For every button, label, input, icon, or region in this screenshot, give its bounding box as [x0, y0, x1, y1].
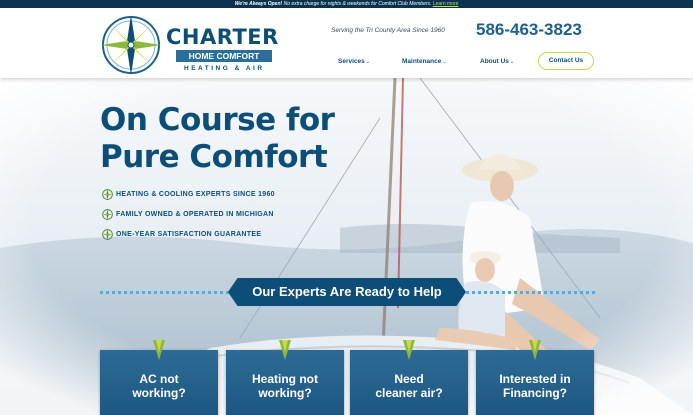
card-label: Interested in Financing? — [499, 372, 571, 400]
site-header: CHARTER HOME COMFORT HEATING & AIR Servi… — [0, 8, 693, 78]
phone-number[interactable]: 586-463-3823 — [476, 20, 582, 40]
nav-item-about[interactable]: About Us⌄ — [480, 55, 514, 69]
feature-list: HEATING & COOLING EXPERTS SINCE 1960 FAM… — [102, 189, 275, 249]
card-ac[interactable]: AC not working? — [100, 340, 218, 415]
card-label: AC not working? — [132, 372, 186, 400]
nav-item-maintenance[interactable]: Maintenance⌄ — [402, 55, 447, 69]
compass-check-icon — [102, 229, 113, 240]
service-area-text: Serving the Tri County Area Since 1960 — [331, 27, 445, 34]
compass-check-icon — [102, 209, 113, 220]
feature-text: HEATING & COOLING EXPERTS SINCE 1960 — [116, 191, 275, 198]
nav-label: Maintenance — [402, 58, 442, 65]
feature-item: HEATING & COOLING EXPERTS SINCE 1960 — [102, 189, 275, 209]
announcement-lead: We're Always Open! — [234, 1, 283, 7]
nav-label: Services — [338, 58, 365, 65]
experts-banner: Our Experts Are Ready to Help — [228, 278, 466, 306]
feature-item: FAMILY OWNED & OPERATED IN MICHIGAN — [102, 209, 275, 229]
hero-title: On Course for Pure Comfort — [100, 102, 335, 176]
nav-item-services[interactable]: Services⌄ — [338, 55, 370, 69]
feature-text: FAMILY OWNED & OPERATED IN MICHIGAN — [116, 211, 274, 218]
main-nav: Services⌄ Maintenance⌄ About Us⌄ Contact… — [0, 52, 693, 70]
logo-wordmark: CHARTER — [166, 25, 279, 49]
down-arrow-icon — [403, 340, 415, 360]
card-financing[interactable]: Interested in Financing? — [476, 340, 594, 415]
nav-label: About Us — [480, 58, 509, 65]
service-cards: AC not working? Heating not working? Nee… — [0, 340, 693, 415]
hero-section: On Course for Pure Comfort HEATING & COO… — [0, 78, 693, 415]
announcement-bar: We're Always Open! No extra charge for n… — [0, 0, 693, 8]
down-arrow-icon — [153, 340, 165, 360]
announcement-text: No extra charge for nights & weekends fo… — [283, 1, 432, 7]
learn-more-link[interactable]: Learn more — [433, 1, 459, 7]
feature-item: ONE-YEAR SATISFACTION GUARANTEE — [102, 229, 275, 249]
compass-check-icon — [102, 189, 113, 200]
down-arrow-icon — [279, 340, 291, 360]
card-heating[interactable]: Heating not working? — [226, 340, 344, 415]
chevron-down-icon: ⌄ — [509, 59, 515, 65]
chevron-down-icon: ⌄ — [442, 59, 447, 65]
feature-text: ONE-YEAR SATISFACTION GUARANTEE — [116, 231, 262, 238]
hero-title-line2: Pure Comfort — [100, 139, 328, 175]
card-label: Heating not working? — [252, 372, 318, 400]
card-label: Need cleaner air? — [375, 372, 443, 400]
down-arrow-icon — [529, 340, 541, 360]
card-air-quality[interactable]: Need cleaner air? — [350, 340, 468, 415]
chevron-down-icon: ⌄ — [365, 59, 370, 65]
hero-title-line1: On Course for — [100, 102, 335, 138]
contact-us-button[interactable]: Contact Us — [538, 52, 594, 70]
